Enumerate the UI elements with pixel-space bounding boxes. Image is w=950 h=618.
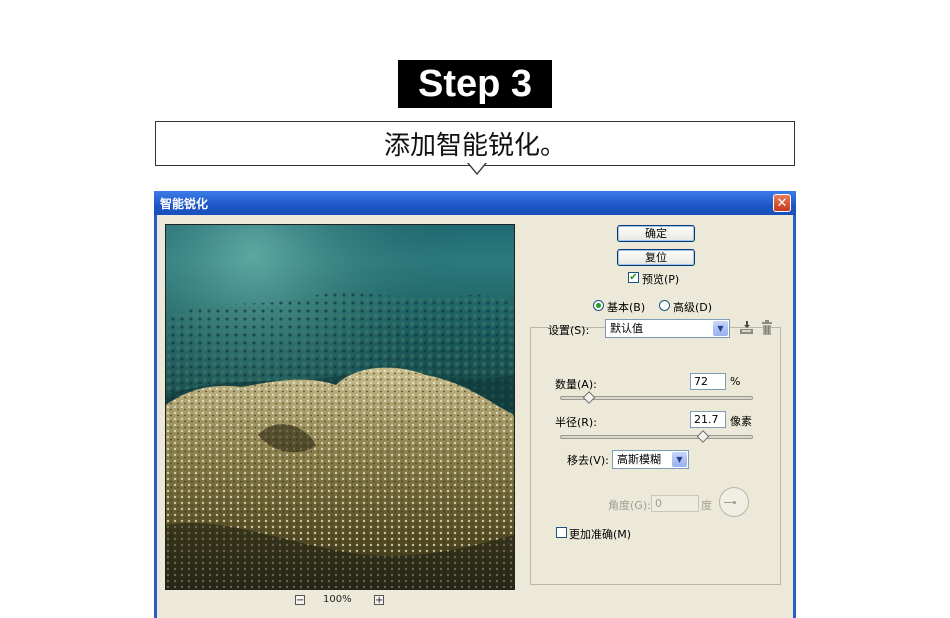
reset-button[interactable]: 复位 [617,249,695,266]
settings-label-top: 设置(S): [548,324,590,337]
basic-radio[interactable] [593,300,604,311]
radius-slider-track[interactable] [560,435,753,439]
step-badge: Step 3 [398,60,552,108]
angle-label: 角度(G): [608,499,651,512]
preview-label: 预览(P) [642,273,680,286]
dialog-title: 智能锐化 [160,196,209,211]
amount-unit: % [730,375,741,388]
preview-checkbox[interactable]: ✔ [628,272,639,283]
advanced-label: 高级(D) [673,301,713,314]
remove-value: 高斯模糊 [617,453,661,466]
save-preset-icon[interactable] [739,320,755,336]
zoom-bar: − 100% + [157,593,517,609]
settings-value: 默认值 [610,322,643,335]
minus-icon: − [296,595,305,606]
caption-pointer [467,162,487,175]
zoom-level: 100% [323,594,352,605]
preview-image[interactable] [165,224,515,590]
radius-unit: 像素 [730,415,752,428]
caption-box: 添加智能锐化。 [155,121,795,166]
smart-sharpen-dialog: 智能锐化 ✕ − 100% + 确定 复位 ✔ 预览(P) 基本(B) 高级(D… [154,191,796,618]
remove-label: 移去(V): [567,454,609,467]
trash-icon[interactable] [760,320,774,336]
amount-input[interactable]: 72 [690,373,726,390]
zoom-in-button[interactable]: + [374,595,384,606]
amount-label: 数量(A): [555,378,597,391]
caption-text: 添加智能锐化。 [383,131,566,161]
underwater-coral-image [166,225,514,589]
more-accurate-label: 更加准确(M) [569,528,632,541]
ok-button[interactable]: 确定 [617,225,695,242]
chevron-down-icon: ▼ [713,321,728,336]
close-icon: ✕ [776,196,788,211]
close-button[interactable]: ✕ [773,194,791,212]
basic-label: 基本(B) [607,301,646,314]
more-accurate-checkbox[interactable] [556,527,567,538]
remove-select[interactable]: 高斯模糊 ▼ [612,450,689,469]
settings-select[interactable]: 默认值 ▼ [605,319,730,338]
radius-input[interactable]: 21.7 [690,411,726,428]
angle-dial [719,487,749,517]
zoom-out-button[interactable]: − [295,595,305,606]
plus-icon: + [375,595,384,606]
chevron-down-icon: ▼ [672,452,687,467]
advanced-radio[interactable] [659,300,670,311]
checkmark-icon: ✔ [629,272,638,283]
angle-unit: 度 [701,499,712,512]
radius-label: 半径(R): [555,416,597,429]
dialog-titlebar[interactable]: 智能锐化 ✕ [154,191,796,215]
angle-input: 0 [651,495,699,512]
dialog-client: − 100% + 确定 复位 ✔ 预览(P) 基本(B) 高级(D) 设置(S)… [157,215,793,618]
